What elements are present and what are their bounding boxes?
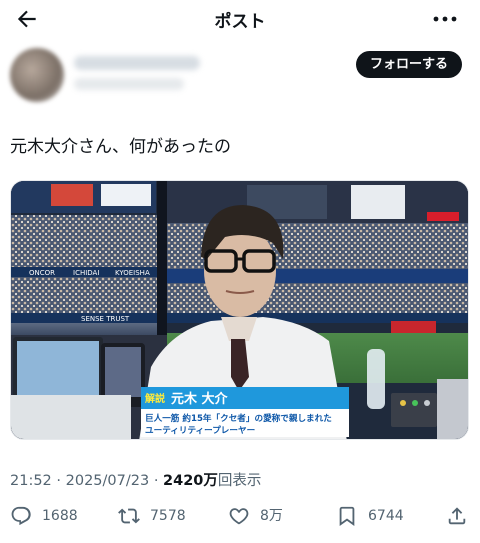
reply-button[interactable]: 1688 [10, 503, 78, 529]
bookmark-icon [339, 506, 355, 526]
repost-count: 7578 [150, 508, 186, 524]
author-handle-blurred[interactable] [74, 78, 184, 90]
post-time: 21:52 [10, 473, 52, 489]
caption-line-2: ユーティリティープレーヤー [145, 424, 255, 436]
caption-line-1: 巨人一筋 約15年「クセ者」の愛称で親しまれた [145, 412, 332, 424]
views-count: 2420万 [163, 473, 218, 489]
follow-button[interactable]: フォローする [355, 51, 462, 78]
ribbon-text-kyoeisha: KYOEISHA [115, 269, 150, 277]
tablet-screen [105, 347, 141, 397]
laptop-screen [17, 341, 99, 395]
author-row: フォローする [10, 48, 470, 104]
ribbon-text-ichidai: ICHIDAI [73, 269, 99, 277]
bookmark-count: 6744 [368, 508, 404, 524]
ribbon-text-sense-trust: SENSE TRUST [81, 315, 130, 323]
ad-sign-white [101, 184, 151, 206]
like-count: 8万 [260, 508, 283, 524]
share-icon [448, 507, 466, 525]
meta-separator-2: · [153, 473, 159, 489]
meta-separator: · [56, 473, 62, 489]
share-button[interactable] [446, 503, 478, 529]
japan-sign [351, 185, 405, 219]
ad-sign-red-2 [391, 321, 436, 335]
crowd-upper-left [11, 215, 161, 267]
top-bar: ポスト [0, 0, 480, 38]
ad-sign-red [51, 184, 93, 206]
papers-on-desk [11, 395, 131, 439]
audio-mixer [391, 393, 437, 427]
post-text: 元木大介さん、何があったの [10, 137, 231, 157]
views-label: 回表示 [217, 473, 262, 489]
action-bar: 1688 7578 8万 6744 [0, 503, 480, 531]
like-button[interactable]: 8万 [228, 503, 283, 529]
booth-equipment-right [437, 379, 468, 439]
heart-icon [229, 508, 249, 525]
crowd-middle-left [11, 277, 161, 313]
avatar[interactable] [10, 48, 64, 102]
caption-tag: 解説 [145, 392, 165, 405]
red-marker [427, 212, 459, 221]
reply-icon [11, 506, 31, 526]
water-bottle [367, 349, 385, 409]
page-title: ポスト [214, 12, 266, 32]
repost-icon [118, 508, 140, 524]
repost-button[interactable]: 7578 [118, 503, 186, 529]
bookmark-button[interactable]: 6744 [336, 503, 404, 529]
reply-count: 1688 [42, 508, 78, 524]
post-meta: 21:52 · 2025/07/23 · 2420万回表示 [10, 469, 261, 490]
post-date: 2025/07/23 [65, 473, 150, 489]
author-name-blurred[interactable] [74, 56, 200, 70]
more-options-icon[interactable] [432, 7, 458, 31]
caption-name: 元木 大介 [171, 391, 229, 407]
post-media-image[interactable]: ONCOR ICHIDAI KYOEISHA SENSE TRUST 解説 元木… [10, 180, 469, 440]
ribbon-text-oncor: ONCOR [29, 269, 55, 277]
crowd-lower-left [11, 323, 161, 335]
